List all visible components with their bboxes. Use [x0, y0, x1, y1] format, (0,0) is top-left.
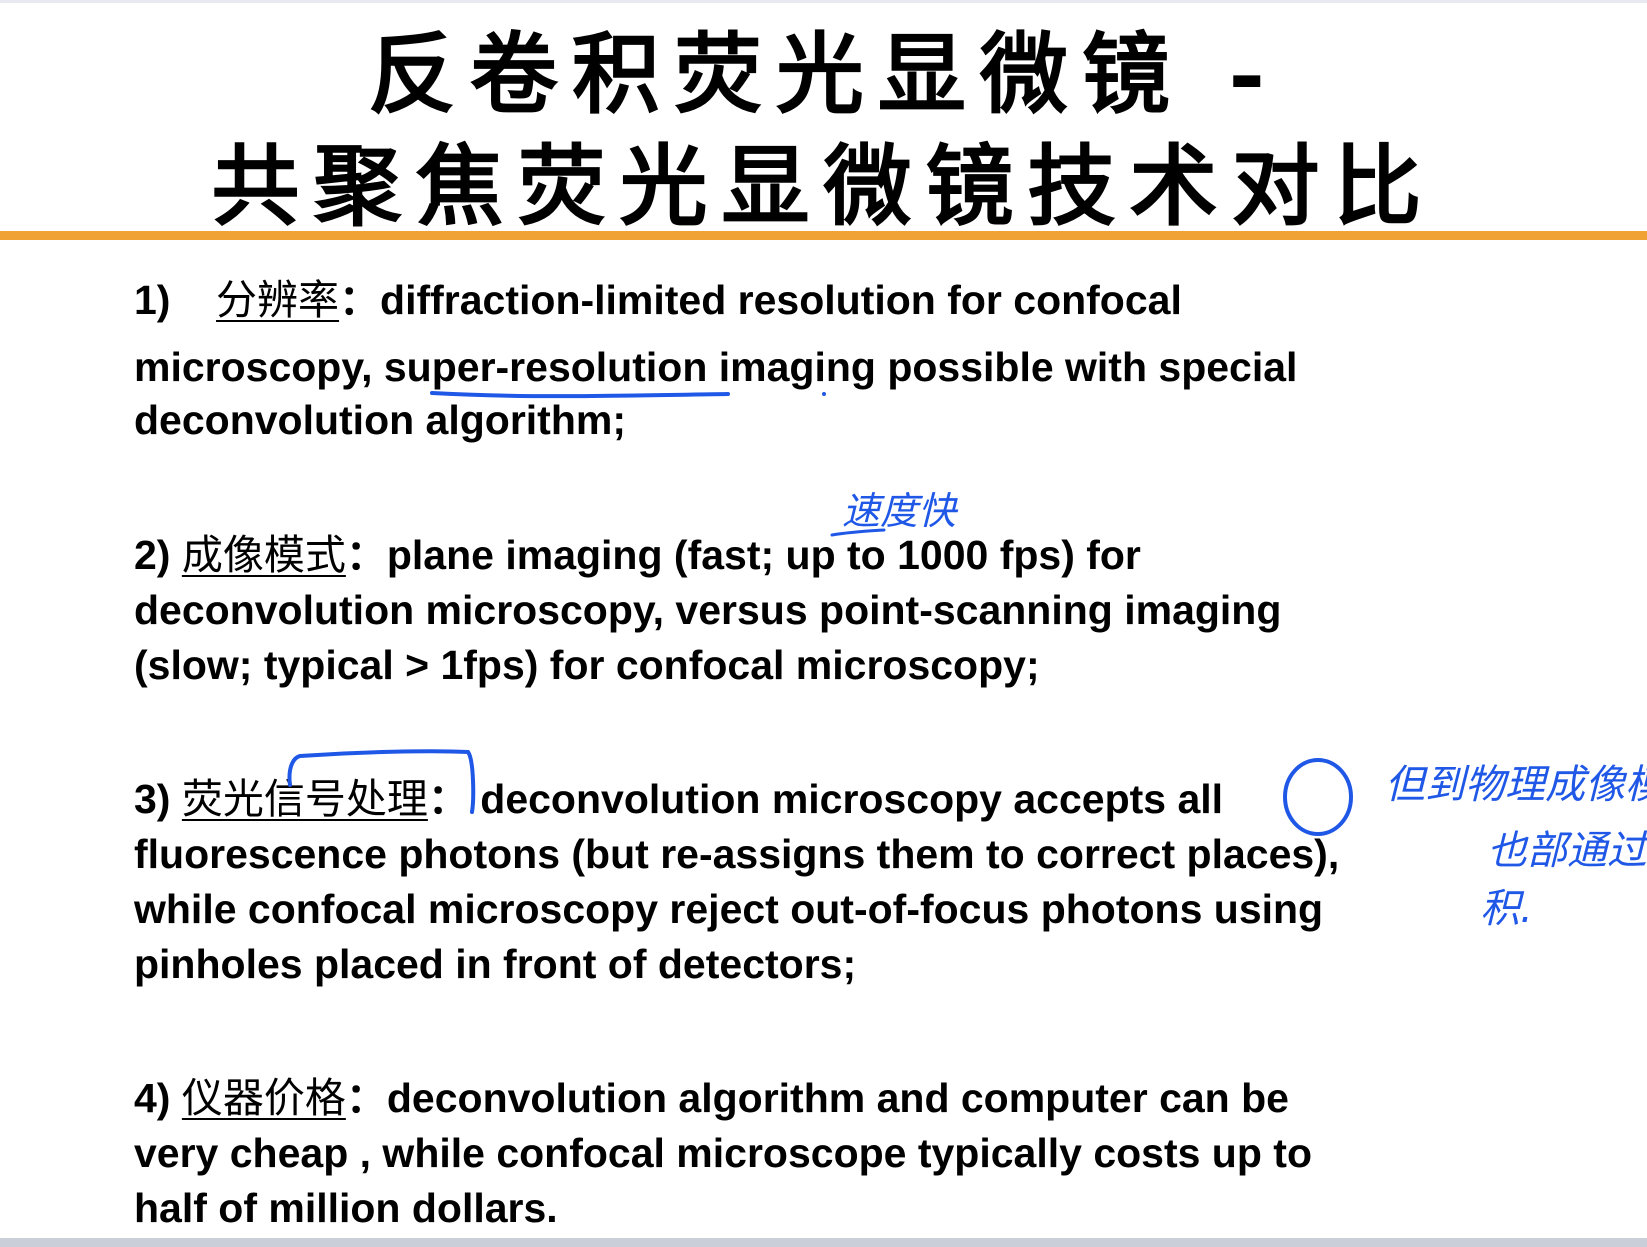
point-text: fluorescence photons (but re-assigns the…: [134, 831, 1340, 877]
point-separator: ：: [345, 1075, 387, 1121]
point-text: very cheap , while confocal microscope t…: [134, 1130, 1312, 1176]
bottom-border: [0, 1238, 1647, 1247]
point-text: deconvolution microscopy, versus point-s…: [134, 587, 1282, 633]
point-separator: ：: [339, 277, 381, 323]
point-text: pinholes placed in front of detectors;: [134, 941, 857, 987]
point-line: 1) 分辨率：diffraction-limited resolution fo…: [134, 273, 1514, 328]
point-heading: 成像模式: [181, 531, 346, 579]
point-text: deconvolution microscopy accepts all: [480, 776, 1224, 822]
slide-title-line-2: 共聚焦荧光显微镜技术对比: [211, 134, 1436, 238]
ink-note-all-2: 也部通过反卷: [1487, 828, 1647, 874]
ink-note-all-1: 但到物理成像模糊: [1385, 762, 1647, 808]
point-signal-processing: 3) 荧光信号处理： deconvolution microscopy acce…: [134, 772, 1514, 992]
point-number: 2): [134, 532, 171, 578]
top-border: [0, 0, 1647, 3]
point-line: 4) 仪器价格：deconvolution algorithm and comp…: [134, 1071, 1514, 1126]
point-heading: 仪器价格: [181, 1074, 346, 1122]
point-number: 3): [134, 776, 171, 822]
point-text: diffraction-limited resolution for confo…: [380, 277, 1182, 323]
point-imaging-mode: 2) 成像模式：plane imaging (fast; up to 1000 …: [134, 528, 1514, 693]
point-number: 1): [134, 277, 171, 323]
point-text: half of million dollars.: [134, 1185, 558, 1231]
point-separator: ：: [427, 776, 469, 822]
slide-title-line-1: 反卷积荧光显微镜 -: [367, 22, 1280, 126]
ink-note-fast: 速度快: [842, 489, 957, 533]
point-heading: 荧光信号处理: [181, 775, 428, 823]
slide: 反卷积荧光显微镜 - 共聚焦荧光显微镜技术对比 1) 分辨率：diffracti…: [0, 0, 1647, 1247]
point-text: deconvolution algorithm;: [134, 397, 626, 443]
point-separator: ：: [345, 532, 387, 578]
point-text: microscopy, super-resolution imaging pos…: [134, 344, 1298, 390]
title-divider: [0, 231, 1647, 240]
point-instrument-price: 4) 仪器价格：deconvolution algorithm and comp…: [134, 1071, 1514, 1236]
ink-note-all-3: 积.: [1480, 886, 1533, 932]
point-text: (slow; typical > 1fps) for confocal micr…: [134, 642, 1040, 688]
point-text: deconvolution algorithm and computer can…: [386, 1075, 1289, 1121]
point-resolution: 1) 分辨率：diffraction-limited resolution fo…: [134, 273, 1514, 448]
point-line: 2) 成像模式：plane imaging (fast; up to 1000 …: [134, 528, 1514, 583]
point-text: plane imaging (fast; up to 1000 fps) for: [386, 532, 1141, 578]
point-line: 3) 荧光信号处理： deconvolution microscopy acce…: [134, 772, 1514, 827]
point-heading: 分辨率: [216, 276, 340, 324]
point-number: 4): [134, 1075, 171, 1121]
point-text: while confocal microscopy reject out-of-…: [134, 886, 1324, 932]
